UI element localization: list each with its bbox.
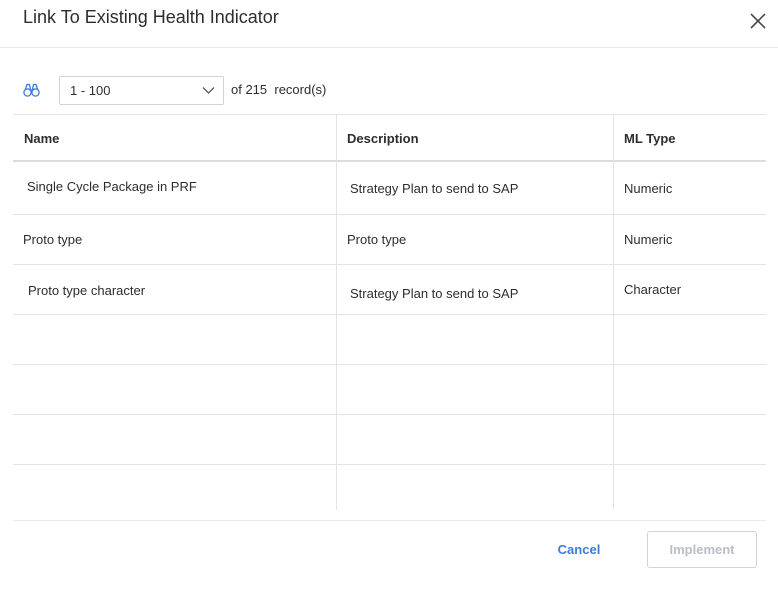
cell-name: Proto type	[23, 232, 83, 247]
cell-name: Single Cycle Package in PRF	[27, 179, 197, 194]
empty-row	[13, 315, 766, 365]
health-indicator-grid: Name Description ML Type Single Cycle Pa…	[13, 114, 766, 510]
table-row[interactable]: Proto type character Strategy Plan to se…	[13, 265, 766, 315]
table-row[interactable]: Proto type Proto type Numeric	[13, 215, 766, 265]
cell-ml-type: Character	[624, 282, 682, 297]
record-range-value: 1 - 100	[70, 83, 111, 98]
cell-ml-type: Numeric	[624, 232, 673, 247]
binoculars-icon[interactable]	[23, 82, 40, 98]
cell-ml-type: Numeric	[624, 181, 673, 196]
implement-button[interactable]: Implement	[647, 531, 757, 568]
empty-row	[13, 365, 766, 415]
column-header-name[interactable]: Name	[24, 115, 59, 161]
dialog-header: Link To Existing Health Indicator	[0, 0, 778, 48]
record-count: of 215 record(s)	[231, 82, 327, 97]
empty-row	[13, 415, 766, 465]
link-health-indicator-dialog: Link To Existing Health Indicator 1 - 10…	[0, 0, 778, 596]
close-icon[interactable]	[748, 11, 768, 31]
column-divider	[613, 114, 614, 510]
record-range-select[interactable]: 1 - 100	[59, 76, 224, 105]
column-divider	[336, 114, 337, 510]
column-header-ml-type[interactable]: ML Type	[624, 115, 676, 161]
chevron-down-icon	[202, 87, 215, 94]
cancel-button[interactable]: Cancel	[545, 531, 613, 567]
cell-name: Proto type character	[28, 283, 146, 298]
empty-row	[13, 465, 766, 515]
table-row[interactable]: Single Cycle Package in PRF Strategy Pla…	[13, 162, 766, 215]
column-header-description[interactable]: Description	[347, 115, 419, 161]
cell-description: Strategy Plan to send to SAP	[350, 286, 519, 301]
dialog-title: Link To Existing Health Indicator	[23, 7, 279, 27]
footer-divider	[13, 520, 766, 521]
grid-header: Name Description ML Type	[13, 114, 766, 162]
grid-toolbar: 1 - 100 of 215 record(s)	[0, 76, 778, 106]
cell-description: Strategy Plan to send to SAP	[350, 181, 519, 196]
cell-description: Proto type	[347, 232, 407, 247]
